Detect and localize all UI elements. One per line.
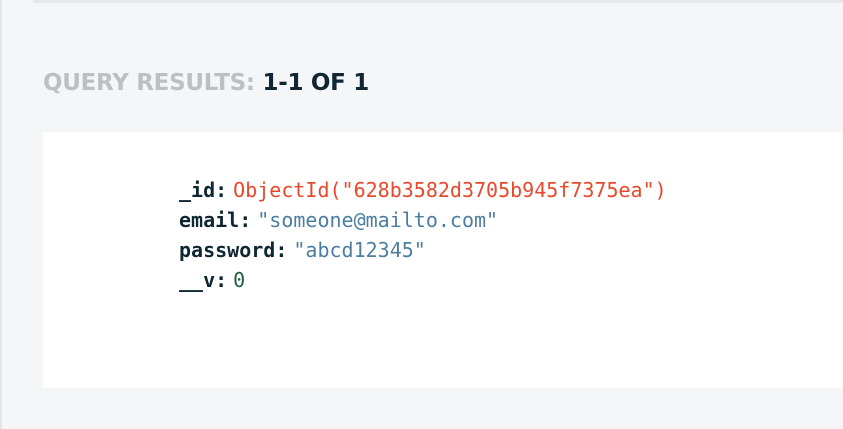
field-key: email <box>179 208 240 232</box>
field-row-id[interactable]: _id: ObjectId("628b3582d3705b945f7375ea") <box>179 175 667 205</box>
field-row-password[interactable]: password: "abcd12345" <box>179 235 667 265</box>
field-value: ObjectId("628b3582d3705b945f7375ea") <box>233 178 667 202</box>
field-key: password <box>179 238 276 262</box>
field-value: "someone@mailto.com" <box>257 208 499 232</box>
top-divider <box>33 0 843 3</box>
field-value: "abcd12345" <box>293 238 426 262</box>
query-results-label: QUERY RESULTS: <box>43 70 255 96</box>
field-colon: : <box>215 178 228 202</box>
field-key: __v <box>179 268 216 292</box>
field-value: 0 <box>233 268 246 292</box>
field-row-version[interactable]: __v: 0 <box>179 265 667 295</box>
field-colon: : <box>239 208 252 232</box>
panel-left-border <box>0 0 2 429</box>
field-row-email[interactable]: email: "someone@mailto.com" <box>179 205 667 235</box>
query-results-count: 1-1 OF 1 <box>262 70 370 96</box>
field-key: _id <box>179 178 216 202</box>
field-colon: : <box>215 268 228 292</box>
query-results-header: QUERY RESULTS: 1-1 OF 1 <box>43 67 369 99</box>
field-colon: : <box>275 238 288 262</box>
document-fields: _id: ObjectId("628b3582d3705b945f7375ea")… <box>179 175 667 295</box>
document-card[interactable]: _id: ObjectId("628b3582d3705b945f7375ea")… <box>43 132 843 388</box>
